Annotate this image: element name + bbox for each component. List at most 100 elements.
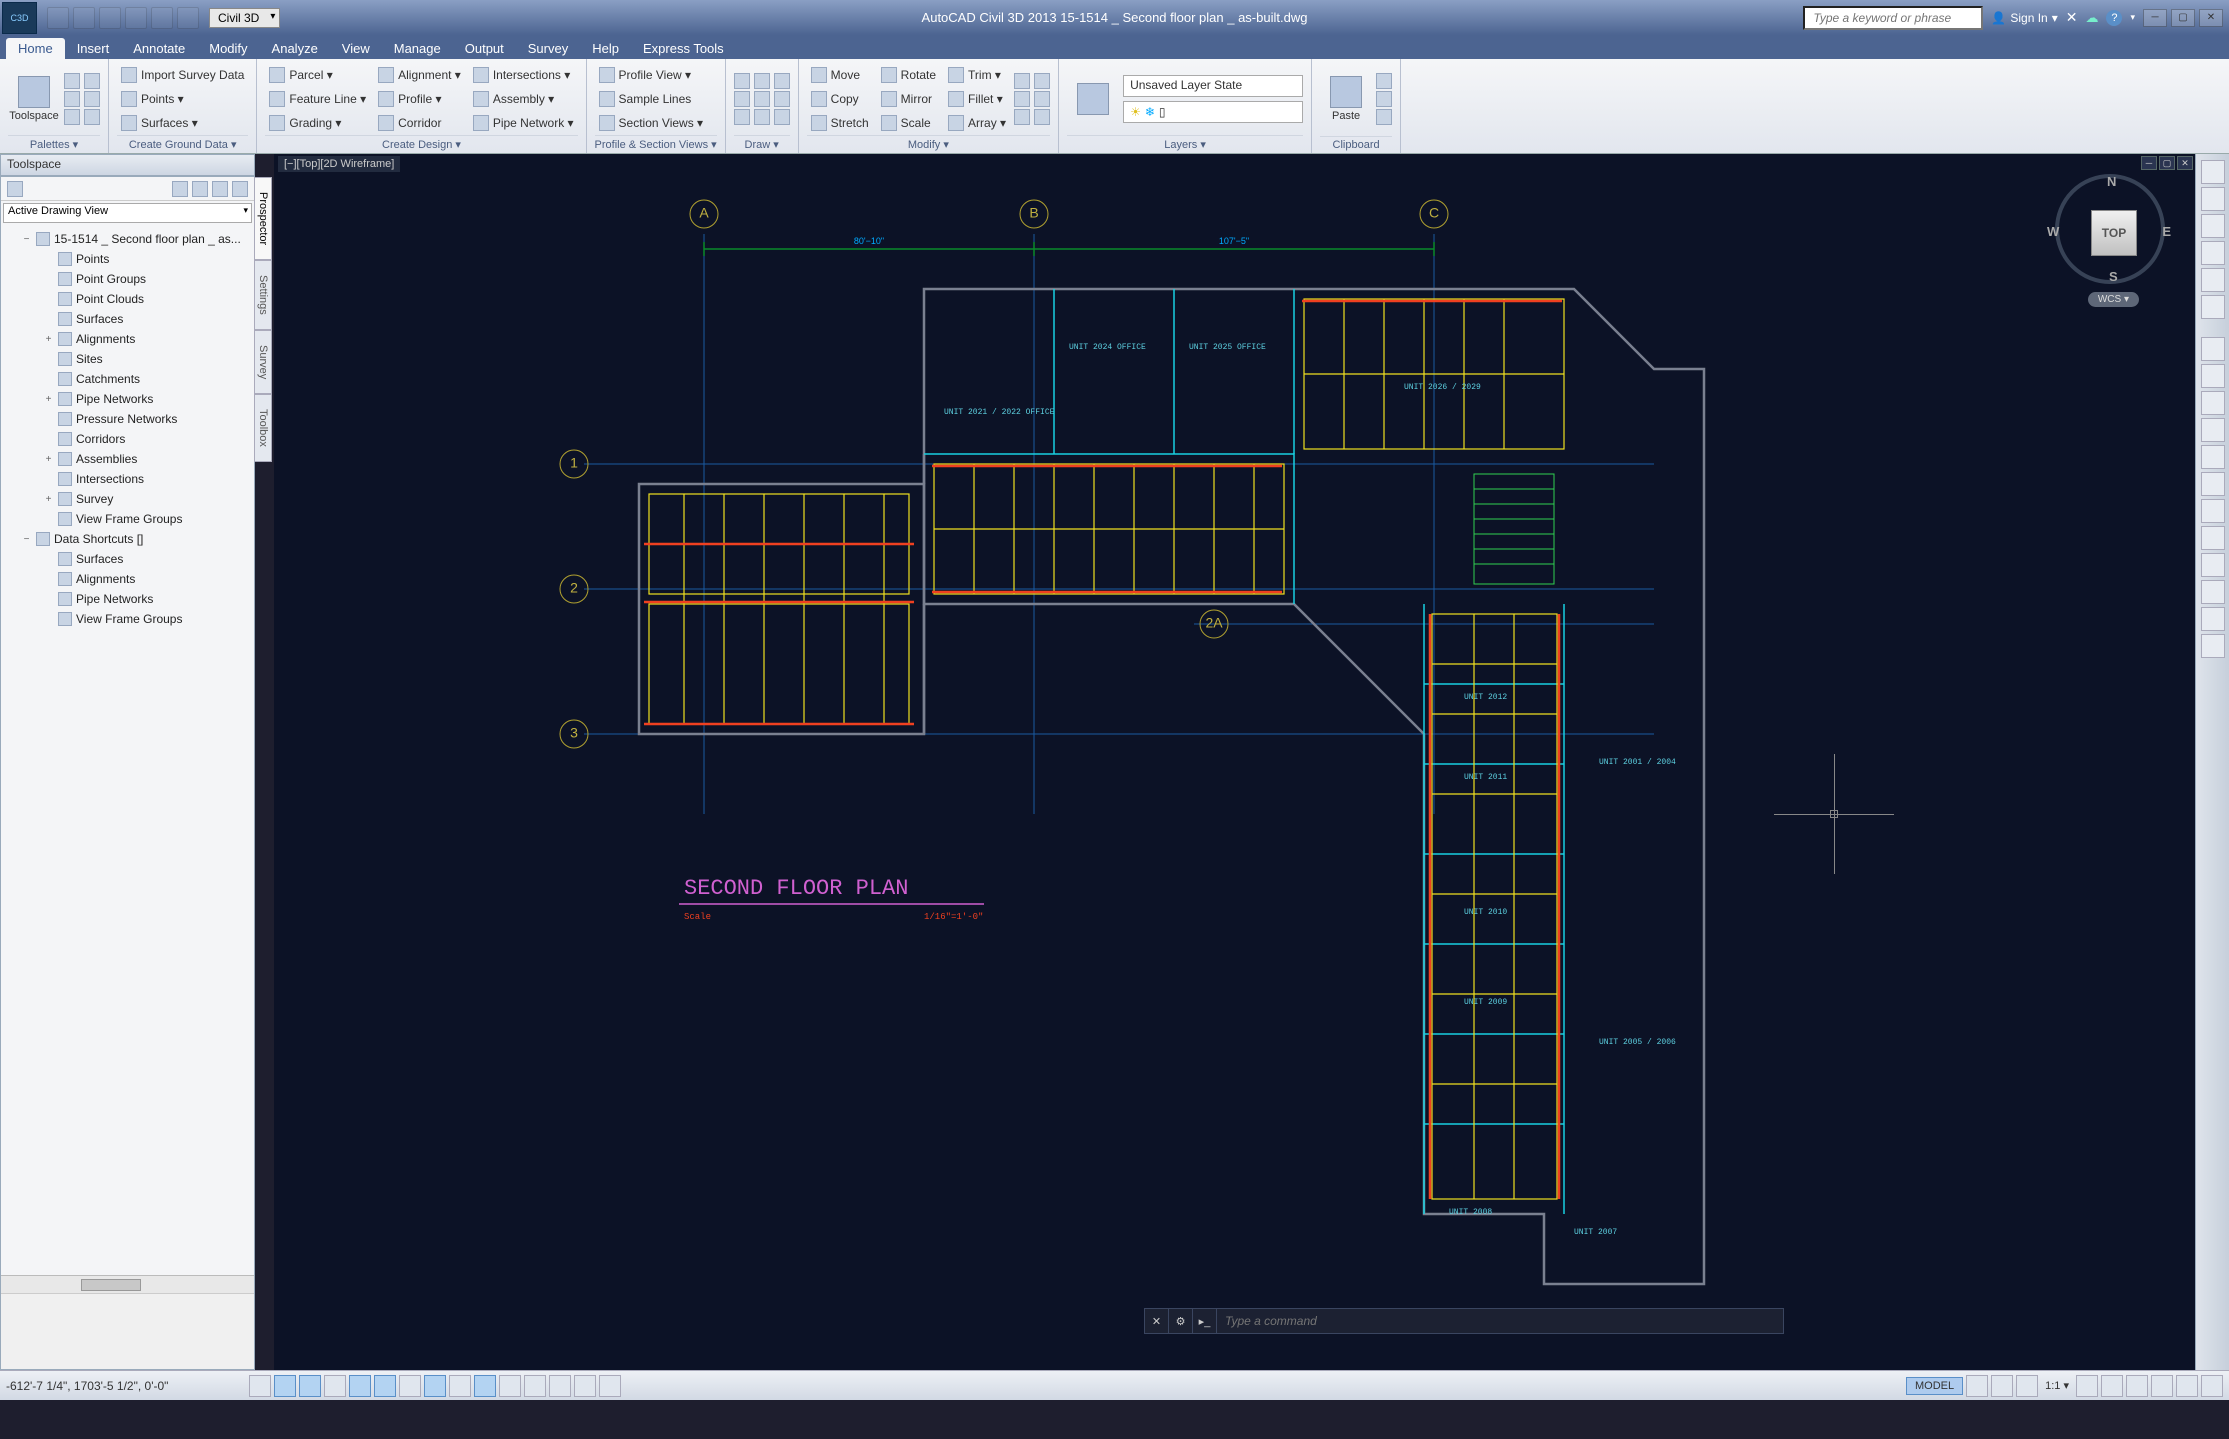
- tree-item[interactable]: Catchments: [9, 369, 254, 389]
- panel-label[interactable]: Layers ▾: [1067, 135, 1303, 153]
- mirror-button[interactable]: Mirror: [877, 88, 940, 110]
- modify-icon[interactable]: [1034, 109, 1050, 125]
- ts-tool-icon[interactable]: [212, 181, 228, 197]
- viewport-close-icon[interactable]: ✕: [2177, 156, 2193, 170]
- isolate-objects-icon[interactable]: [2176, 1375, 2198, 1397]
- tab-home[interactable]: Home: [6, 38, 65, 59]
- hatch-icon[interactable]: [774, 73, 790, 89]
- sample-lines-button[interactable]: Sample Lines: [595, 88, 708, 110]
- rotate-button[interactable]: Rotate: [877, 64, 940, 86]
- parcel-button[interactable]: Parcel ▾: [265, 64, 370, 86]
- command-input[interactable]: [1217, 1314, 1783, 1328]
- nav-home-icon[interactable]: [2201, 160, 2225, 184]
- trim-button[interactable]: Trim ▾: [944, 64, 1010, 86]
- tree-item[interactable]: Point Groups: [9, 269, 254, 289]
- exchange-icon[interactable]: ✕: [2066, 9, 2078, 26]
- ducs-toggle[interactable]: [449, 1375, 471, 1397]
- osnap-toggle[interactable]: [374, 1375, 396, 1397]
- import-survey-button[interactable]: Import Survey Data: [117, 64, 248, 86]
- refresh-icon[interactable]: [7, 181, 23, 197]
- cut-icon[interactable]: [1376, 73, 1392, 89]
- layer-state-dropdown[interactable]: Unsaved Layer State: [1123, 75, 1303, 97]
- rect-icon[interactable]: [754, 91, 770, 107]
- sync-icon[interactable]: ☁: [2085, 10, 2098, 26]
- alignment-button[interactable]: Alignment ▾: [374, 64, 465, 86]
- palette-icon[interactable]: [84, 73, 100, 89]
- 3dosnap-toggle[interactable]: [399, 1375, 421, 1397]
- nav-tool-icon[interactable]: [2201, 445, 2225, 469]
- scale-button[interactable]: Scale: [877, 112, 940, 134]
- tree-item[interactable]: −15-1514 _ Second floor plan _ as...: [9, 229, 254, 249]
- tree-item[interactable]: +Alignments: [9, 329, 254, 349]
- dyn-toggle[interactable]: [474, 1375, 496, 1397]
- nav-tool-icon[interactable]: [2201, 337, 2225, 361]
- circle-icon[interactable]: [734, 109, 750, 125]
- surfaces-button[interactable]: Surfaces ▾: [117, 112, 248, 134]
- layer-dropdown[interactable]: ☀❄▯: [1123, 101, 1303, 123]
- ts-tool-icon[interactable]: [232, 181, 248, 197]
- coordinate-display[interactable]: -612'-7 1/4", 1703'-5 1/2", 0'-0": [6, 1379, 246, 1393]
- grading-button[interactable]: Grading ▾: [265, 112, 370, 134]
- offset-icon[interactable]: [1014, 109, 1030, 125]
- am-toggle[interactable]: [599, 1375, 621, 1397]
- panel-label[interactable]: Palettes ▾: [8, 135, 100, 153]
- copy-button[interactable]: Copy: [807, 88, 873, 110]
- modify-icon[interactable]: [1034, 73, 1050, 89]
- erase-icon[interactable]: [1014, 73, 1030, 89]
- model-space-tab[interactable]: MODEL: [1906, 1377, 1963, 1395]
- nav-tool-icon[interactable]: [2201, 418, 2225, 442]
- assembly-button[interactable]: Assembly ▾: [469, 88, 578, 110]
- ts-tool-icon[interactable]: [172, 181, 188, 197]
- tab-view[interactable]: View: [330, 38, 382, 59]
- move-button[interactable]: Move: [807, 64, 873, 86]
- tree-item[interactable]: Corridors: [9, 429, 254, 449]
- palette-icon[interactable]: [64, 73, 80, 89]
- paste-button[interactable]: Paste: [1320, 62, 1372, 136]
- infer-constraints-toggle[interactable]: [249, 1375, 271, 1397]
- qat-save-icon[interactable]: [99, 7, 121, 29]
- tree-item[interactable]: +Survey: [9, 489, 254, 509]
- panel-label[interactable]: Draw ▾: [734, 135, 790, 153]
- profile-button[interactable]: Profile ▾: [374, 88, 465, 110]
- array-button[interactable]: Array ▾: [944, 112, 1010, 134]
- qat-new-icon[interactable]: [47, 7, 69, 29]
- panel-label[interactable]: Create Ground Data ▾: [117, 135, 248, 153]
- snap-toggle[interactable]: [274, 1375, 296, 1397]
- match-icon[interactable]: [1376, 109, 1392, 125]
- tree-item[interactable]: −Data Shortcuts []: [9, 529, 254, 549]
- palette-icon[interactable]: [84, 109, 100, 125]
- tab-insert[interactable]: Insert: [65, 38, 122, 59]
- nav-tool-icon[interactable]: [2201, 607, 2225, 631]
- workspace-dropdown[interactable]: Civil 3D: [209, 8, 280, 28]
- tab-manage[interactable]: Manage: [382, 38, 453, 59]
- panel-label[interactable]: Profile & Section Views ▾: [595, 135, 717, 153]
- showmotion-icon[interactable]: [2201, 295, 2225, 319]
- hardware-accel-icon[interactable]: [2151, 1375, 2173, 1397]
- nav-tool-icon[interactable]: [2201, 526, 2225, 550]
- nav-tool-icon[interactable]: [2201, 391, 2225, 415]
- ts-tool-icon[interactable]: [192, 181, 208, 197]
- ortho-toggle[interactable]: [324, 1375, 346, 1397]
- qat-redo-icon[interactable]: [151, 7, 173, 29]
- nav-tool-icon[interactable]: [2201, 499, 2225, 523]
- line-icon[interactable]: [734, 73, 750, 89]
- nav-tool-icon[interactable]: [2201, 364, 2225, 388]
- nav-tool-icon[interactable]: [2201, 553, 2225, 577]
- spline-icon[interactable]: [774, 91, 790, 107]
- tab-annotate[interactable]: Annotate: [121, 38, 197, 59]
- prospector-tree[interactable]: −15-1514 _ Second floor plan _ as... Poin…: [1, 225, 254, 1275]
- qat-print-icon[interactable]: [177, 7, 199, 29]
- toolspace-button[interactable]: Toolspace: [8, 62, 60, 135]
- drawing-view-dropdown[interactable]: Active Drawing View: [3, 203, 252, 223]
- sc-toggle[interactable]: [574, 1375, 596, 1397]
- help-dropdown-icon[interactable]: ▾: [2130, 12, 2135, 23]
- viewport-maximize-icon[interactable]: ▢: [2159, 156, 2175, 170]
- tab-modify[interactable]: Modify: [197, 38, 259, 59]
- tree-item[interactable]: +Assemblies: [9, 449, 254, 469]
- cmdline-options-icon[interactable]: ⚙: [1169, 1309, 1193, 1333]
- side-tab-survey[interactable]: Survey: [254, 330, 272, 394]
- cmdline-close-icon[interactable]: ✕: [1145, 1309, 1169, 1333]
- panel-label[interactable]: Modify ▾: [807, 135, 1050, 153]
- tree-item[interactable]: Pressure Networks: [9, 409, 254, 429]
- zoom-icon[interactable]: [2201, 241, 2225, 265]
